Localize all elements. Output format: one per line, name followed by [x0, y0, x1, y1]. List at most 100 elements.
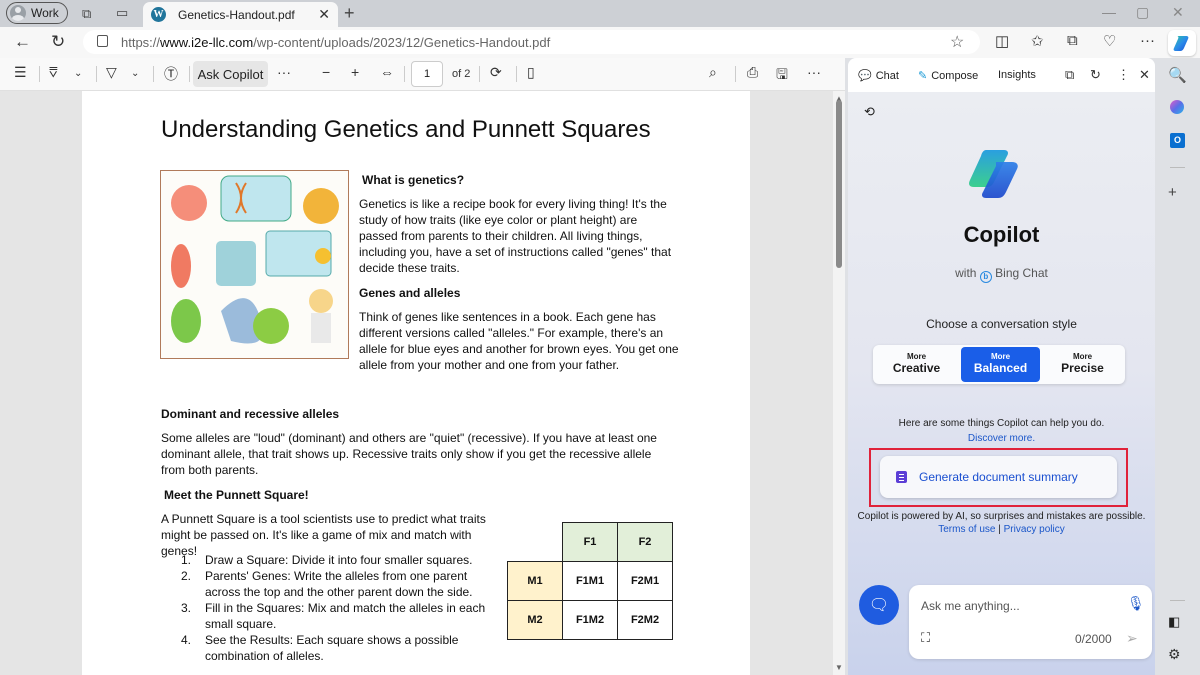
zoom-in-icon[interactable]: +: [351, 64, 359, 80]
divider: [735, 66, 736, 82]
highlight-icon[interactable]: ⩢: [49, 64, 58, 81]
section-heading: Genes and alleles: [359, 286, 461, 300]
table-row-header: M1: [507, 561, 563, 601]
send-icon[interactable]: ➢: [1126, 630, 1138, 647]
contents-icon[interactable]: ☰: [14, 64, 27, 81]
scroll-down-icon[interactable]: ▼: [835, 663, 843, 672]
chat-icon: 💬: [858, 70, 872, 82]
table-cell: F2M2: [617, 600, 673, 640]
style-balanced-button[interactable]: More Balanced: [961, 347, 1040, 382]
tab-label: Compose: [931, 69, 979, 82]
style-label: Balanced: [973, 361, 1028, 375]
browser-essentials-icon[interactable]: ♡: [1103, 32, 1116, 50]
copilot-toolbar-button[interactable]: [1168, 30, 1196, 56]
chat-input-box[interactable]: [909, 585, 1152, 659]
tab-compose[interactable]: ✎ Compose: [918, 69, 979, 83]
discover-more-link[interactable]: Discover more.: [848, 433, 1155, 444]
page-number-input[interactable]: 1: [411, 61, 443, 87]
visual-search-icon[interactable]: ⛶: [921, 630, 930, 646]
history-icon[interactable]: ⟲: [864, 104, 875, 120]
tab-genetics-handout[interactable]: W Genetics-Handout.pdf ✕: [143, 2, 338, 27]
tab-actions-icon[interactable]: ▭: [116, 5, 128, 21]
new-tab-icon[interactable]: +: [344, 3, 355, 24]
table-corner: [507, 522, 563, 562]
list-item: 3. Fill in the Squares: Mix and match the…: [181, 600, 501, 632]
refresh-icon[interactable]: ↻: [1090, 67, 1101, 83]
address-bar[interactable]: https://www.i2e-llc.com/wp-content/uploa…: [83, 30, 980, 54]
list-item: 4. See the Results: Each square shows a p…: [181, 632, 501, 664]
split-screen-icon[interactable]: ◫: [995, 32, 1009, 50]
chevron-down-icon[interactable]: ⌄: [131, 68, 139, 79]
tab-insights[interactable]: Insights: [998, 69, 1036, 81]
tab-chat[interactable]: 💬 Chat: [858, 69, 899, 83]
profile-button[interactable]: Work: [6, 2, 68, 24]
outlook-icon[interactable]: O: [1170, 133, 1185, 148]
table-row-header: M2: [507, 600, 563, 640]
settings-more-icon[interactable]: ···: [1140, 32, 1155, 49]
sidebar-search-icon[interactable]: 🔍: [1168, 66, 1187, 84]
workspaces-icon[interactable]: ⧉: [82, 6, 91, 22]
collections-icon[interactable]: ⧉: [1067, 32, 1078, 49]
draw-icon[interactable]: ▽: [106, 64, 117, 81]
step-text: See the Results: Each square shows a pos…: [205, 633, 459, 663]
pdf-more-icon[interactable]: ···: [807, 64, 821, 80]
save-icon[interactable]: 🖫: [776, 64, 788, 88]
style-precise-button[interactable]: More Precise: [1043, 347, 1122, 382]
genetics-illustration: [160, 170, 349, 359]
table-cell: F1M1: [562, 561, 618, 601]
section-heading: Meet the Punnett Square!: [164, 488, 309, 502]
scrollbar-thumb[interactable]: [836, 100, 842, 268]
chevron-down-icon[interactable]: ⌄: [74, 68, 82, 79]
style-label: Creative: [892, 361, 941, 375]
fit-width-icon[interactable]: ⇔: [380, 64, 394, 80]
tab-title: Genetics-Handout.pdf: [178, 7, 295, 22]
wordpress-icon: W: [151, 7, 166, 22]
chat-input-placeholder[interactable]: Ask me anything...: [921, 599, 1020, 613]
m365-icon[interactable]: [1170, 100, 1184, 114]
minimize-icon[interactable]: —: [1102, 4, 1116, 20]
zoom-out-icon[interactable]: −: [322, 64, 330, 80]
style-heading: Choose a conversation style: [926, 317, 1077, 331]
favorite-star-icon[interactable]: ☆: [950, 32, 964, 52]
sidebar-add-icon[interactable]: +: [1168, 184, 1177, 201]
lock-icon[interactable]: [97, 35, 108, 47]
section-body: Genetics is like a recipe book for every…: [359, 197, 672, 275]
url-prefix: https://: [121, 34, 161, 50]
ask-copilot-button[interactable]: Ask Copilot: [193, 61, 268, 87]
char-count: 0/2000: [1075, 632, 1112, 646]
maximize-icon[interactable]: ▢: [1136, 4, 1149, 21]
url-path: /wp-content/uploads/2023/12/Genetics-Han…: [253, 34, 551, 50]
close-panel-icon[interactable]: ✕: [1139, 67, 1150, 83]
microphone-icon[interactable]: 🎙: [1127, 595, 1145, 612]
hide-sidebar-icon[interactable]: ◧: [1168, 614, 1180, 630]
refresh-icon[interactable]: ↻: [51, 32, 65, 52]
new-topic-button[interactable]: 🗨: [859, 585, 899, 625]
divider: [404, 66, 405, 82]
more-tools-icon[interactable]: ···: [277, 64, 291, 80]
rotate-icon[interactable]: ⟳: [490, 64, 502, 81]
style-small-label: More: [906, 352, 927, 361]
more-options-icon[interactable]: ⋮: [1117, 67, 1130, 83]
style-creative-button[interactable]: More Creative: [877, 347, 956, 382]
table-row: M1 F1M1 F2M1: [507, 561, 673, 601]
generate-summary-button[interactable]: Generate document summary: [880, 456, 1117, 498]
copilot-title: Copilot: [963, 222, 1040, 247]
back-icon[interactable]: ←: [14, 32, 31, 52]
search-icon[interactable]: ⌕: [709, 64, 717, 81]
document-title: Understanding Genetics and Punnett Squar…: [161, 116, 651, 143]
terms-link[interactable]: Terms of use: [938, 524, 995, 535]
sidebar-settings-icon[interactable]: ⚙: [1168, 646, 1181, 663]
table-cell: F2M1: [617, 561, 673, 601]
page-view-icon[interactable]: ▯: [527, 64, 535, 81]
text-icon[interactable]: Ⓣ: [164, 64, 178, 84]
close-tab-icon[interactable]: ✕: [318, 6, 330, 23]
edge-sidebar: [1155, 58, 1200, 675]
favorites-icon[interactable]: ✩: [1031, 32, 1044, 50]
close-window-icon[interactable]: ✕: [1172, 4, 1184, 21]
step-number: 2.: [181, 569, 192, 583]
open-in-new-icon[interactable]: ⧉: [1065, 67, 1074, 83]
print-icon[interactable]: ⎙: [747, 64, 758, 81]
privacy-link[interactable]: Privacy policy: [1004, 524, 1065, 535]
divider: [96, 66, 97, 82]
section-body: Some alleles are "loud" (dominant) and o…: [161, 431, 657, 477]
